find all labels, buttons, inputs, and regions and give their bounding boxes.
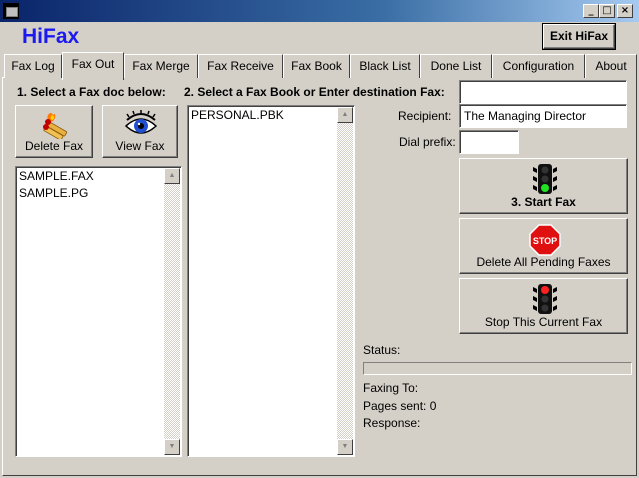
recipient-input[interactable] bbox=[459, 104, 627, 128]
fax-progress-bar bbox=[363, 362, 632, 375]
traffic-light-red-icon bbox=[533, 284, 557, 314]
stop-fax-button[interactable]: Stop This Current Fax bbox=[459, 278, 628, 334]
exit-button[interactable]: Exit HiFax bbox=[542, 23, 616, 50]
tab-configuration[interactable]: Configuration bbox=[492, 54, 585, 78]
pages-sent-label: Pages sent: 0 bbox=[363, 399, 437, 413]
delete-pending-label: Delete All Pending Faxes bbox=[476, 255, 611, 269]
destination-fax-input[interactable] bbox=[459, 80, 627, 104]
dial-prefix-label: Dial prefix: bbox=[399, 135, 456, 149]
title-bar[interactable]: _ □ × bbox=[0, 0, 639, 22]
tab-fax-book[interactable]: Fax Book bbox=[283, 54, 350, 78]
tab-fax-out[interactable]: Fax Out bbox=[62, 52, 124, 80]
matches-icon bbox=[43, 113, 68, 139]
stop-sign-text: STOP bbox=[533, 236, 557, 246]
fax-book-list[interactable]: PERSONAL.PBK ▲ ▼ bbox=[187, 105, 355, 457]
maximize-button[interactable]: □ bbox=[599, 4, 615, 18]
fax-doc-list[interactable]: SAMPLE.FAX SAMPLE.PG ▲ ▼ bbox=[15, 166, 182, 457]
scroll-down-arrow-icon[interactable]: ▼ bbox=[164, 439, 180, 455]
start-fax-button[interactable]: 3. Start Fax bbox=[459, 158, 628, 214]
delete-fax-label: Delete Fax bbox=[24, 139, 84, 153]
scroll-up-arrow-icon[interactable]: ▲ bbox=[164, 168, 180, 184]
stop-sign-icon: STOP bbox=[529, 224, 561, 256]
view-fax-label: View Fax bbox=[115, 139, 165, 153]
view-fax-button[interactable]: View Fax bbox=[102, 105, 178, 158]
traffic-light-green-icon bbox=[533, 164, 557, 194]
list-item[interactable]: PERSONAL.PBK bbox=[191, 108, 284, 122]
tab-about[interactable]: About bbox=[585, 54, 637, 78]
fax-book-scrollbar[interactable]: ▲ ▼ bbox=[337, 107, 353, 455]
response-label: Response: bbox=[363, 416, 421, 430]
app-icon[interactable] bbox=[3, 3, 19, 19]
tab-fax-receive[interactable]: Fax Receive bbox=[198, 54, 283, 78]
stop-fax-label: Stop This Current Fax bbox=[484, 315, 603, 329]
tab-black-list[interactable]: Black List bbox=[350, 54, 420, 78]
close-button[interactable]: × bbox=[617, 4, 633, 18]
scroll-down-arrow-icon[interactable]: ▼ bbox=[337, 439, 353, 455]
delete-pending-button[interactable]: STOP Delete All Pending Faxes bbox=[459, 218, 628, 274]
tab-fax-merge[interactable]: Fax Merge bbox=[124, 54, 198, 78]
minimize-button[interactable]: _ bbox=[583, 4, 599, 18]
step1-heading: 1. Select a Fax doc below: bbox=[17, 85, 166, 99]
eye-icon bbox=[124, 110, 158, 134]
dial-prefix-input[interactable] bbox=[459, 130, 519, 154]
recipient-label: Recipient: bbox=[398, 109, 452, 123]
faxing-to-label: Faxing To: bbox=[363, 381, 419, 395]
tab-done-list[interactable]: Done List bbox=[420, 54, 492, 78]
step2-heading: 2. Select a Fax Book or Enter destinatio… bbox=[184, 85, 445, 99]
scroll-up-arrow-icon[interactable]: ▲ bbox=[337, 107, 353, 123]
start-fax-label: 3. Start Fax bbox=[511, 195, 576, 209]
delete-fax-button[interactable]: Delete Fax bbox=[15, 105, 93, 158]
status-label: Status: bbox=[363, 343, 401, 357]
list-item[interactable]: SAMPLE.PG bbox=[19, 186, 88, 200]
app-brand: HiFax bbox=[22, 25, 80, 48]
fax-doc-scrollbar[interactable]: ▲ ▼ bbox=[164, 168, 180, 455]
tab-fax-log[interactable]: Fax Log bbox=[4, 54, 62, 78]
list-item[interactable]: SAMPLE.FAX bbox=[19, 169, 94, 183]
